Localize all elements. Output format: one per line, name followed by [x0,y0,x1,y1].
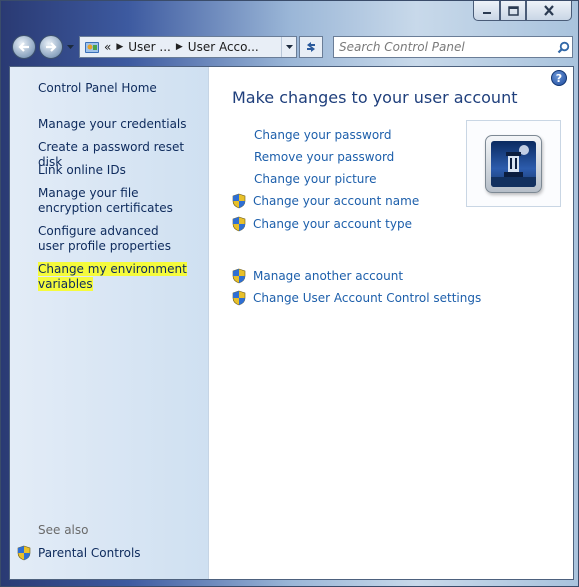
configure-profile-properties-link[interactable]: Configure advanced user profile properti… [38,224,188,254]
search-icon [557,41,569,53]
uac-shield-icon [17,545,31,561]
change-account-type-label: Change your account type [253,217,412,231]
help-icon: ? [555,71,563,85]
search-box[interactable] [333,36,573,58]
uac-shield-icon [232,290,246,306]
search-button[interactable] [554,41,572,54]
breadcrumb-chevron-icon[interactable]: ▶ [116,42,123,52]
caption-buttons [473,1,572,21]
remove-password-link[interactable]: Remove your password [254,150,394,164]
uac-shield-icon [232,216,246,232]
link-online-ids-link[interactable]: Link online IDs [38,163,126,178]
change-picture-link[interactable]: Change your picture [254,172,376,186]
uac-shield-icon [232,268,246,284]
refresh-button[interactable] [299,36,323,58]
see-also-heading: See also [38,523,89,537]
recent-pages-dropdown[interactable] [66,42,74,52]
parental-controls-label: Parental Controls [38,546,141,560]
lighthouse-image [491,140,536,187]
change-account-name-label: Change your account name [253,194,420,208]
breadcrumb-user-accounts-family[interactable]: User ... [128,40,171,54]
back-arrow-icon [18,42,29,52]
minimize-icon [482,11,491,14]
back-button[interactable] [12,35,36,59]
manage-another-account-link[interactable]: Manage another account [232,268,403,284]
breadcrumb-chevron-icon[interactable]: ▶ [176,42,183,52]
control-panel-home-link[interactable]: Control Panel Home [38,81,157,96]
close-button[interactable] [526,1,572,21]
control-panel-icon [85,42,99,53]
main-pane: ? Make changes to your user account Chan… [209,67,573,579]
control-panel-window: « ▶ User ... ▶ User Acco... Search Contr… [0,0,579,587]
chevron-down-icon [66,44,74,49]
change-password-link[interactable]: Change your password [254,128,392,142]
change-environment-variables-label: Change my environment variables [38,262,187,291]
content-area: Control Panel Home Manage your credentia… [9,66,574,580]
manage-credentials-link[interactable]: Manage your credentials [38,117,187,132]
forward-arrow-icon [46,42,57,52]
change-environment-variables-link[interactable]: Change my environment variables [38,262,188,292]
account-picture[interactable] [466,120,561,207]
uac-shield-icon [232,193,246,209]
page-title: Make changes to your user account [232,88,518,107]
search-input[interactable] [334,37,554,57]
maximize-button[interactable] [500,1,526,21]
close-icon [544,5,554,16]
address-dropdown-button[interactable] [281,37,296,57]
parental-controls-link[interactable]: Parental Controls [17,545,141,561]
task-pane: Control Panel Home Manage your credentia… [10,67,209,579]
account-picture-frame [485,134,542,193]
forward-button[interactable] [39,35,63,59]
change-uac-settings-label: Change User Account Control settings [253,291,482,305]
change-uac-settings-link[interactable]: Change User Account Control settings [232,290,481,306]
chevron-down-icon [285,44,293,49]
breadcrumb-user-accounts[interactable]: User Acco... [188,40,259,54]
navigation-bar: « ▶ User ... ▶ User Acco... [9,34,574,60]
change-account-name-link[interactable]: Change your account name [232,193,419,209]
help-button[interactable]: ? [551,70,567,86]
address-overflow[interactable]: « [104,40,111,54]
manage-file-encryption-link[interactable]: Manage your file encryption certificates [38,186,198,216]
address-bar[interactable]: « ▶ User ... ▶ User Acco... [79,36,297,58]
refresh-icon [307,42,315,52]
manage-another-account-label: Manage another account [253,269,404,283]
minimize-button[interactable] [473,1,500,21]
maximize-icon [507,5,519,16]
change-account-type-link[interactable]: Change your account type [232,216,412,232]
